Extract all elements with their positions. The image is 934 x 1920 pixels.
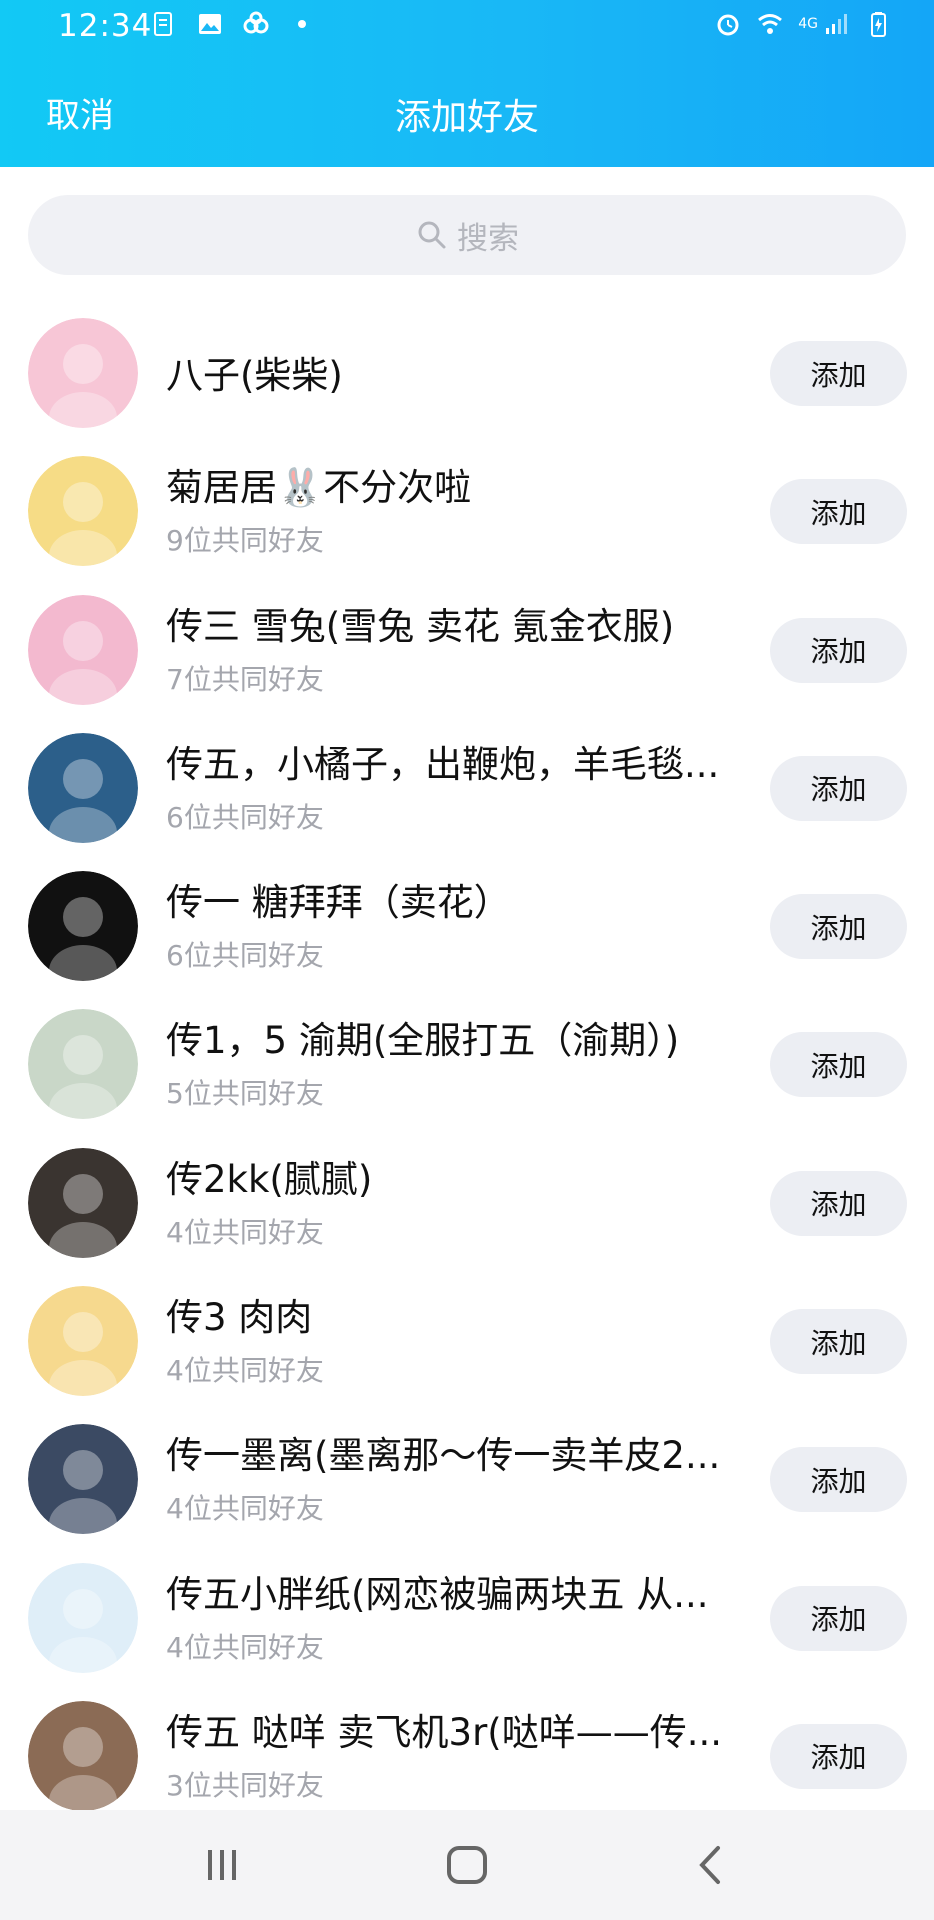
status-bar: 12:34 4G <box>0 0 934 56</box>
wifi-icon <box>758 14 783 34</box>
friend-info: 传一墨离(墨离那～传一卖羊皮2... 4位共同好友 <box>166 1411 746 1549</box>
mutual-friends-count: 4位共同好友 <box>166 1215 324 1249</box>
add-friend-button[interactable]: 添加 <box>770 1032 907 1098</box>
signal-icon <box>826 14 847 34</box>
home-icon[interactable] <box>437 1840 497 1890</box>
back-icon[interactable] <box>680 1840 740 1890</box>
avatar[interactable] <box>28 1286 138 1397</box>
avatar[interactable] <box>28 456 138 567</box>
mutual-friends-count: 4位共同好友 <box>166 1492 324 1526</box>
search-placeholder: 搜索 <box>457 220 519 257</box>
mutual-friends-count: 4位共同好友 <box>166 1630 324 1664</box>
friend-row[interactable]: 传一 糖拜拜（卖花） 6位共同好友 添加 <box>0 858 934 996</box>
add-friend-button[interactable]: 添加 <box>770 755 907 821</box>
navigation-bar <box>0 1810 934 1920</box>
add-friend-button[interactable]: 添加 <box>770 617 907 683</box>
friend-row[interactable]: 传2kk(腻腻) 4位共同好友 添加 <box>0 1135 934 1273</box>
friend-info: 八子(柴柴) <box>166 305 746 443</box>
image-icon <box>199 14 221 34</box>
avatar[interactable] <box>28 732 138 843</box>
friend-name: 传3 肉肉 <box>166 1296 313 1340</box>
page-title: 添加好友 <box>394 97 539 138</box>
friend-suggestion-list: 八子(柴柴) 添加 菊居居🐰不分次啦 9位共同好友 添加 传三 雪兔(雪兔 卖花 氪金衣服… <box>0 305 934 1826</box>
friend-row[interactable]: 菊居居🐰不分次啦 9位共同好友 添加 <box>0 443 934 581</box>
friend-name: 传一墨离(墨离那～传一卖羊皮2... <box>166 1434 721 1478</box>
add-friend-button[interactable]: 添加 <box>770 1309 907 1375</box>
friend-info: 传五 哒咩 卖飞机3r(哒咩——传... 3位共同好友 <box>166 1688 746 1826</box>
friend-info: 传2kk(腻腻) 4位共同好友 <box>166 1135 746 1273</box>
friend-name: 菊居居🐰不分次啦 <box>166 466 472 510</box>
avatar[interactable] <box>28 1562 138 1673</box>
friend-info: 菊居居🐰不分次啦 9位共同好友 <box>166 443 746 581</box>
friend-name: 传五 哒咩 卖飞机3r(哒咩——传... <box>166 1710 722 1754</box>
mutual-friends-count: 5位共同好友 <box>166 1077 324 1111</box>
mutual-friends-count: 3位共同好友 <box>166 1768 324 1802</box>
add-friend-button[interactable]: 添加 <box>770 894 907 960</box>
friend-name: 传五小胖纸(网恋被骗两块五 从... <box>166 1572 709 1616</box>
friend-info: 传五，小橘子，出鞭炮，羊毛毯... 6位共同好友 <box>166 720 746 858</box>
mutual-friends-count: 9位共同好友 <box>166 524 324 558</box>
battery-charging-icon <box>871 12 886 37</box>
mutual-friends-count: 6位共同好友 <box>166 939 324 973</box>
dot-icon <box>298 20 306 28</box>
network-type: 4G <box>798 16 818 32</box>
friend-name: 传一 糖拜拜（卖花） <box>166 881 511 925</box>
avatar[interactable] <box>28 1009 138 1120</box>
friend-info: 传五小胖纸(网恋被骗两块五 从... 4位共同好友 <box>166 1550 746 1688</box>
friend-info: 传一 糖拜拜（卖花） 6位共同好友 <box>166 858 746 996</box>
friend-name: 传五，小橘子，出鞭炮，羊毛毯... <box>166 742 720 786</box>
add-friend-button[interactable]: 添加 <box>770 1447 907 1513</box>
add-friend-button[interactable]: 添加 <box>770 341 907 406</box>
avatar[interactable] <box>28 1700 138 1811</box>
add-friend-button[interactable]: 添加 <box>770 1585 907 1651</box>
friend-info: 传1，5 渝期(全服打五（渝期）) 5位共同好友 <box>166 996 746 1134</box>
avatar[interactable] <box>28 594 138 705</box>
friend-row[interactable]: 传五 哒咩 卖飞机3r(哒咩——传... 3位共同好友 添加 <box>0 1688 934 1826</box>
search-icon <box>418 221 446 249</box>
friend-name: 传三 雪兔(雪兔 卖花 氪金衣服) <box>166 604 675 648</box>
friend-row[interactable]: 传3 肉肉 4位共同好友 添加 <box>0 1273 934 1411</box>
mutual-friends-count: 6位共同好友 <box>166 800 324 834</box>
friend-row[interactable]: 传三 雪兔(雪兔 卖花 氪金衣服) 7位共同好友 添加 <box>0 582 934 720</box>
recents-icon[interactable] <box>192 1840 252 1890</box>
friend-name: 八子(柴柴) <box>166 354 343 397</box>
friend-row[interactable]: 传1，5 渝期(全服打五（渝期）) 5位共同好友 添加 <box>0 996 934 1134</box>
notification-icons <box>150 10 316 38</box>
avatar[interactable] <box>28 1147 138 1258</box>
app-icon <box>243 11 269 34</box>
avatar[interactable] <box>28 871 138 982</box>
status-time: 12:34 <box>58 8 153 44</box>
add-friend-button[interactable]: 添加 <box>770 1170 907 1236</box>
friend-row[interactable]: 传一墨离(墨离那～传一卖羊皮2... 4位共同好友 添加 <box>0 1411 934 1549</box>
friend-info: 传3 肉肉 4位共同好友 <box>166 1273 746 1411</box>
document-icon <box>154 12 172 36</box>
alarm-icon <box>717 14 739 36</box>
mutual-friends-count: 7位共同好友 <box>166 662 324 696</box>
friend-row[interactable]: 八子(柴柴) 添加 <box>0 305 934 443</box>
friend-info: 传三 雪兔(雪兔 卖花 氪金衣服) 7位共同好友 <box>166 582 746 720</box>
system-icons: 4G <box>714 10 892 38</box>
friend-name: 传2kk(腻腻) <box>166 1157 373 1201</box>
friend-name: 传1，5 渝期(全服打五（渝期）) <box>166 1019 680 1063</box>
avatar[interactable] <box>28 1424 138 1535</box>
search-input[interactable]: 搜索 <box>28 195 906 275</box>
add-friend-button[interactable]: 添加 <box>770 479 907 545</box>
header: 12:34 4G 取消 添加好友 <box>0 0 934 167</box>
add-friend-button[interactable]: 添加 <box>770 1723 907 1789</box>
avatar[interactable] <box>28 318 138 428</box>
friend-row[interactable]: 传五，小橘子，出鞭炮，羊毛毯... 6位共同好友 添加 <box>0 720 934 858</box>
friend-row[interactable]: 传五小胖纸(网恋被骗两块五 从... 4位共同好友 添加 <box>0 1550 934 1688</box>
mutual-friends-count: 4位共同好友 <box>166 1354 324 1388</box>
